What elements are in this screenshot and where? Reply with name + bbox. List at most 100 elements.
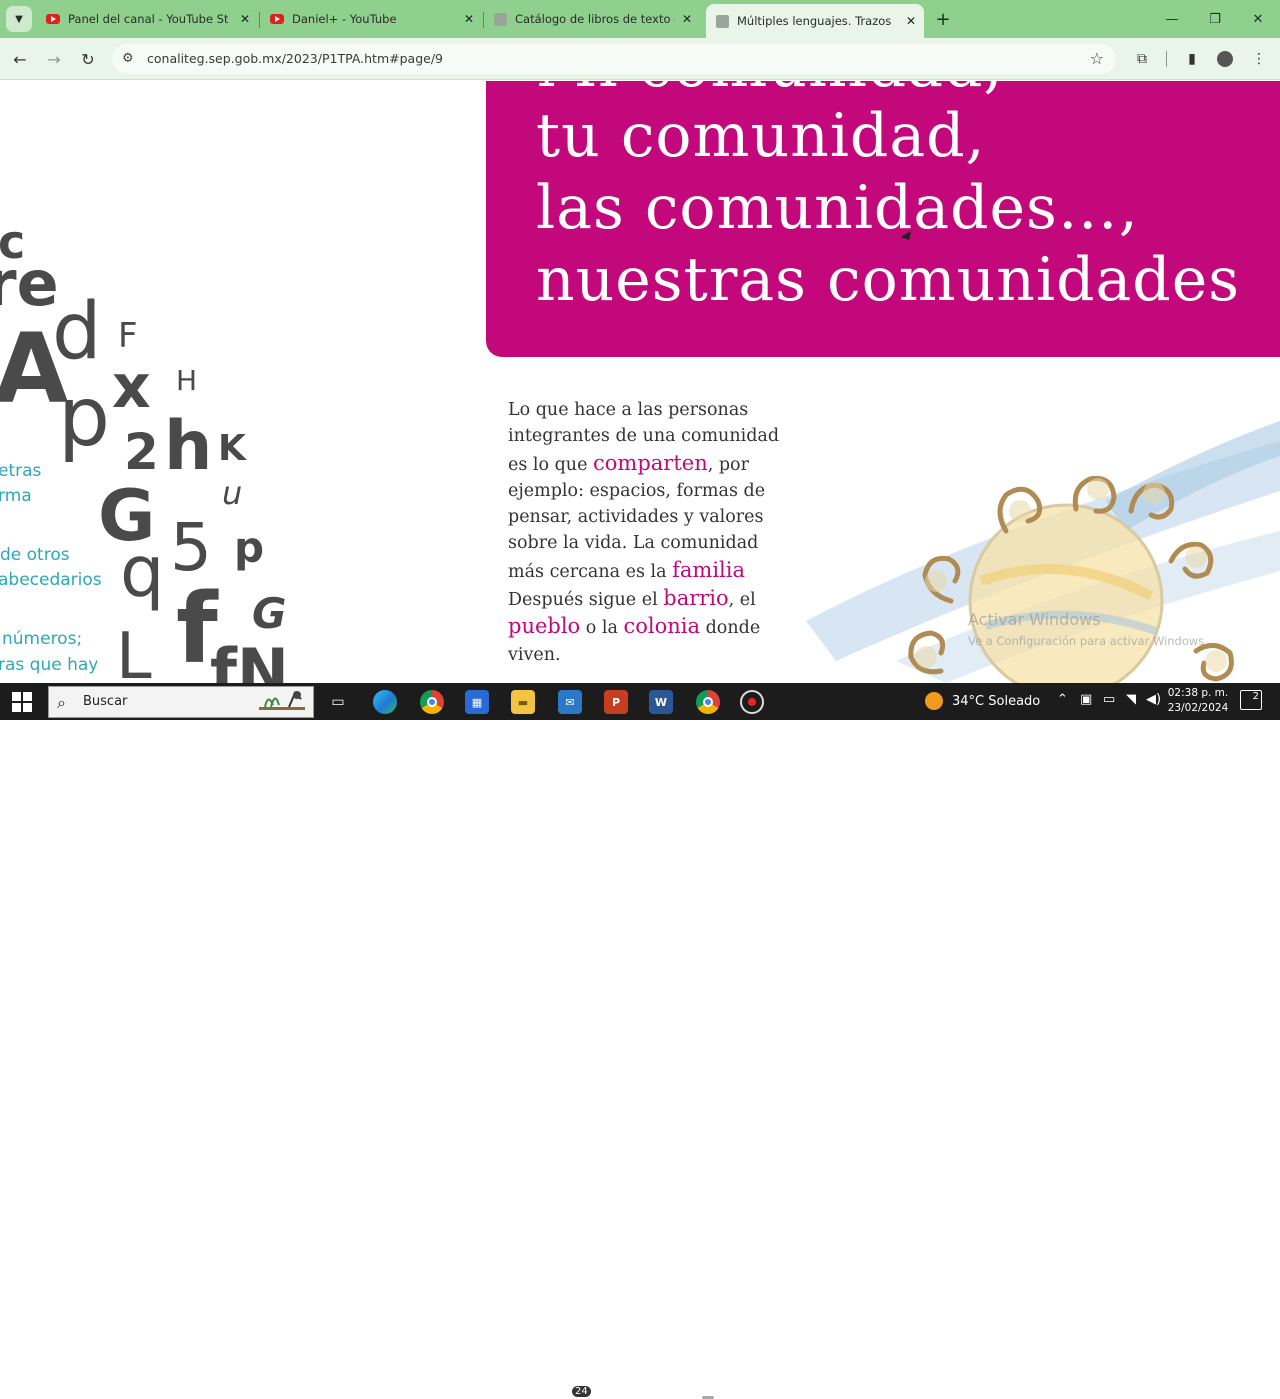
keyword-pueblo: pueblo: [508, 614, 581, 639]
keyword-familia: familia: [672, 557, 745, 582]
letter: L: [116, 620, 152, 683]
powerpoint-icon: P: [611, 695, 621, 709]
minimize-icon: —: [1165, 11, 1179, 27]
tab-search-button[interactable]: ▼: [6, 6, 32, 32]
reload-button[interactable]: ↻: [76, 47, 100, 71]
sep-icon: [716, 14, 729, 28]
chrome-r-button[interactable]: [420, 690, 444, 714]
start-button[interactable]: [12, 692, 32, 712]
close-icon[interactable]: ✕: [902, 12, 920, 30]
url-text[interactable]: conaliteg.sep.gob.mx/2023/P1TPA.htm#page…: [147, 51, 443, 66]
tab-multiples-lenguajes[interactable]: Múltiples lenguajes. Trazos y palabras ✕: [706, 4, 924, 38]
side-text: rma: [0, 486, 32, 506]
side-text: abecedarios: [0, 570, 102, 590]
address-bar[interactable]: ⚙ conaliteg.sep.gob.mx/2023/P1TPA.htm#pa…: [112, 44, 1116, 74]
weather-text[interactable]: 34°C Soleado: [952, 694, 1040, 709]
chevron-up-icon[interactable]: ⌃: [1057, 692, 1068, 707]
site-info-icon[interactable]: ⚙: [122, 51, 134, 66]
restore-icon: ❐: [1209, 11, 1221, 27]
side-panel-button[interactable]: ▮: [1182, 50, 1202, 68]
battery-icon[interactable]: ▭: [1103, 692, 1115, 707]
avatar: [1217, 51, 1233, 67]
title-line-3: las comunidades…,: [536, 173, 1139, 243]
tab-catalogo[interactable]: Catálogo de libros de texto gratuitos ✕: [484, 6, 700, 32]
new-tab-button[interactable]: +: [932, 8, 954, 30]
tab-title: Múltiples lenguajes. Trazos y palabras: [737, 14, 893, 28]
letter: fN: [210, 635, 289, 684]
task-view-button[interactable]: ▭: [326, 690, 350, 714]
word-button[interactable]: W: [649, 690, 673, 714]
letter: H: [176, 364, 198, 397]
back-button[interactable]: ←: [8, 47, 32, 71]
chrome-button[interactable]: [696, 690, 720, 714]
keyword-barrio: barrio: [663, 586, 729, 611]
letter: 2: [124, 423, 159, 481]
tab-daniel-youtube[interactable]: Daniel+ - YouTube ✕: [260, 6, 482, 32]
forward-button[interactable]: →: [42, 47, 66, 71]
notification-count: 2: [1252, 691, 1259, 702]
taskbar-search[interactable]: ⌕ Buscar: [48, 686, 314, 718]
notifications-button[interactable]: 2: [1240, 690, 1262, 710]
letter: F: [118, 316, 138, 356]
arrow-left-icon: ←: [13, 49, 27, 69]
side-text: números;: [2, 629, 83, 649]
side-text: de otros: [0, 545, 70, 565]
activate-windows-watermark: Activar Windows: [968, 610, 1101, 629]
search-label: Buscar: [83, 694, 128, 709]
letter: 5: [170, 509, 212, 586]
system-clock[interactable]: 02:38 p. m. 23/02/2024: [1166, 686, 1230, 716]
book-page[interactable]: Mi comunidad, tu comunidad, las comunida…: [0, 81, 1280, 683]
meet-now-icon[interactable]: ▣: [1080, 692, 1092, 707]
edge-button[interactable]: [373, 690, 397, 714]
side-text: ras que hay: [0, 655, 99, 675]
title-line-2: tu comunidad,: [536, 101, 986, 171]
record-icon: [748, 698, 756, 706]
letter: p: [58, 370, 111, 465]
tab-strip: ▼ Panel del canal - YouTube Studio ✕ Dan…: [0, 0, 1280, 38]
close-window-button[interactable]: ✕: [1238, 6, 1278, 32]
restore-button[interactable]: ❐: [1195, 6, 1235, 32]
close-icon[interactable]: ✕: [460, 10, 478, 28]
youtube-icon: [46, 14, 60, 24]
body-text: , el: [728, 590, 756, 611]
wifi-icon[interactable]: ◥: [1126, 692, 1136, 707]
tab-title: Catálogo de libros de texto gratuitos: [515, 12, 675, 26]
profile-button[interactable]: [1215, 50, 1235, 68]
close-icon[interactable]: ✕: [236, 10, 254, 28]
keyword-comparten: comparten: [593, 450, 708, 475]
body-text: Después sigue el: [508, 590, 658, 611]
body-text: o la: [585, 618, 618, 639]
clock-date: 23/02/2024: [1167, 702, 1229, 714]
bookmark-star-icon[interactable]: ☆: [1090, 49, 1104, 68]
keyword-colonia: colonia: [623, 614, 701, 639]
letter: u: [222, 474, 243, 512]
powerpoint-button[interactable]: P: [604, 690, 628, 714]
volume-icon[interactable]: ◀): [1146, 692, 1161, 707]
letter: G: [252, 589, 287, 638]
extensions-button[interactable]: ⧉: [1132, 50, 1152, 68]
puzzle-icon: ⧉: [1137, 51, 1147, 67]
title-line-4: nuestras comunidades: [536, 245, 1240, 315]
close-icon[interactable]: ✕: [678, 10, 696, 28]
menu-button[interactable]: ⋮: [1249, 50, 1269, 68]
clock-time: 02:38 p. m.: [1167, 687, 1229, 699]
chrome-icon: [703, 697, 713, 707]
letter: p: [234, 523, 265, 572]
body-paragraph: Lo que hace a las personas integrantes d…: [508, 397, 788, 668]
file-explorer-button[interactable]: ▬: [511, 690, 535, 714]
letter: re: [0, 247, 59, 320]
store-icon: ▦: [471, 695, 483, 709]
word-icon: W: [654, 695, 668, 709]
minimize-button[interactable]: —: [1152, 6, 1192, 32]
arrow-right-icon: →: [47, 49, 61, 69]
tab-youtube-studio[interactable]: Panel del canal - YouTube Studio ✕: [36, 6, 258, 32]
store-button[interactable]: ▦: [465, 690, 489, 714]
title-line-1: Mi comunidad,: [536, 81, 1003, 101]
side-panel-icon: ▮: [1188, 51, 1196, 67]
mail-button[interactable]: ✉: [558, 690, 582, 714]
recorder-button[interactable]: [740, 690, 764, 714]
weather-sun-icon: [925, 692, 943, 710]
mail-icon: ✉: [565, 695, 575, 709]
kebab-menu-icon: ⋮: [1252, 51, 1266, 67]
folder-icon: ▬: [517, 695, 529, 709]
